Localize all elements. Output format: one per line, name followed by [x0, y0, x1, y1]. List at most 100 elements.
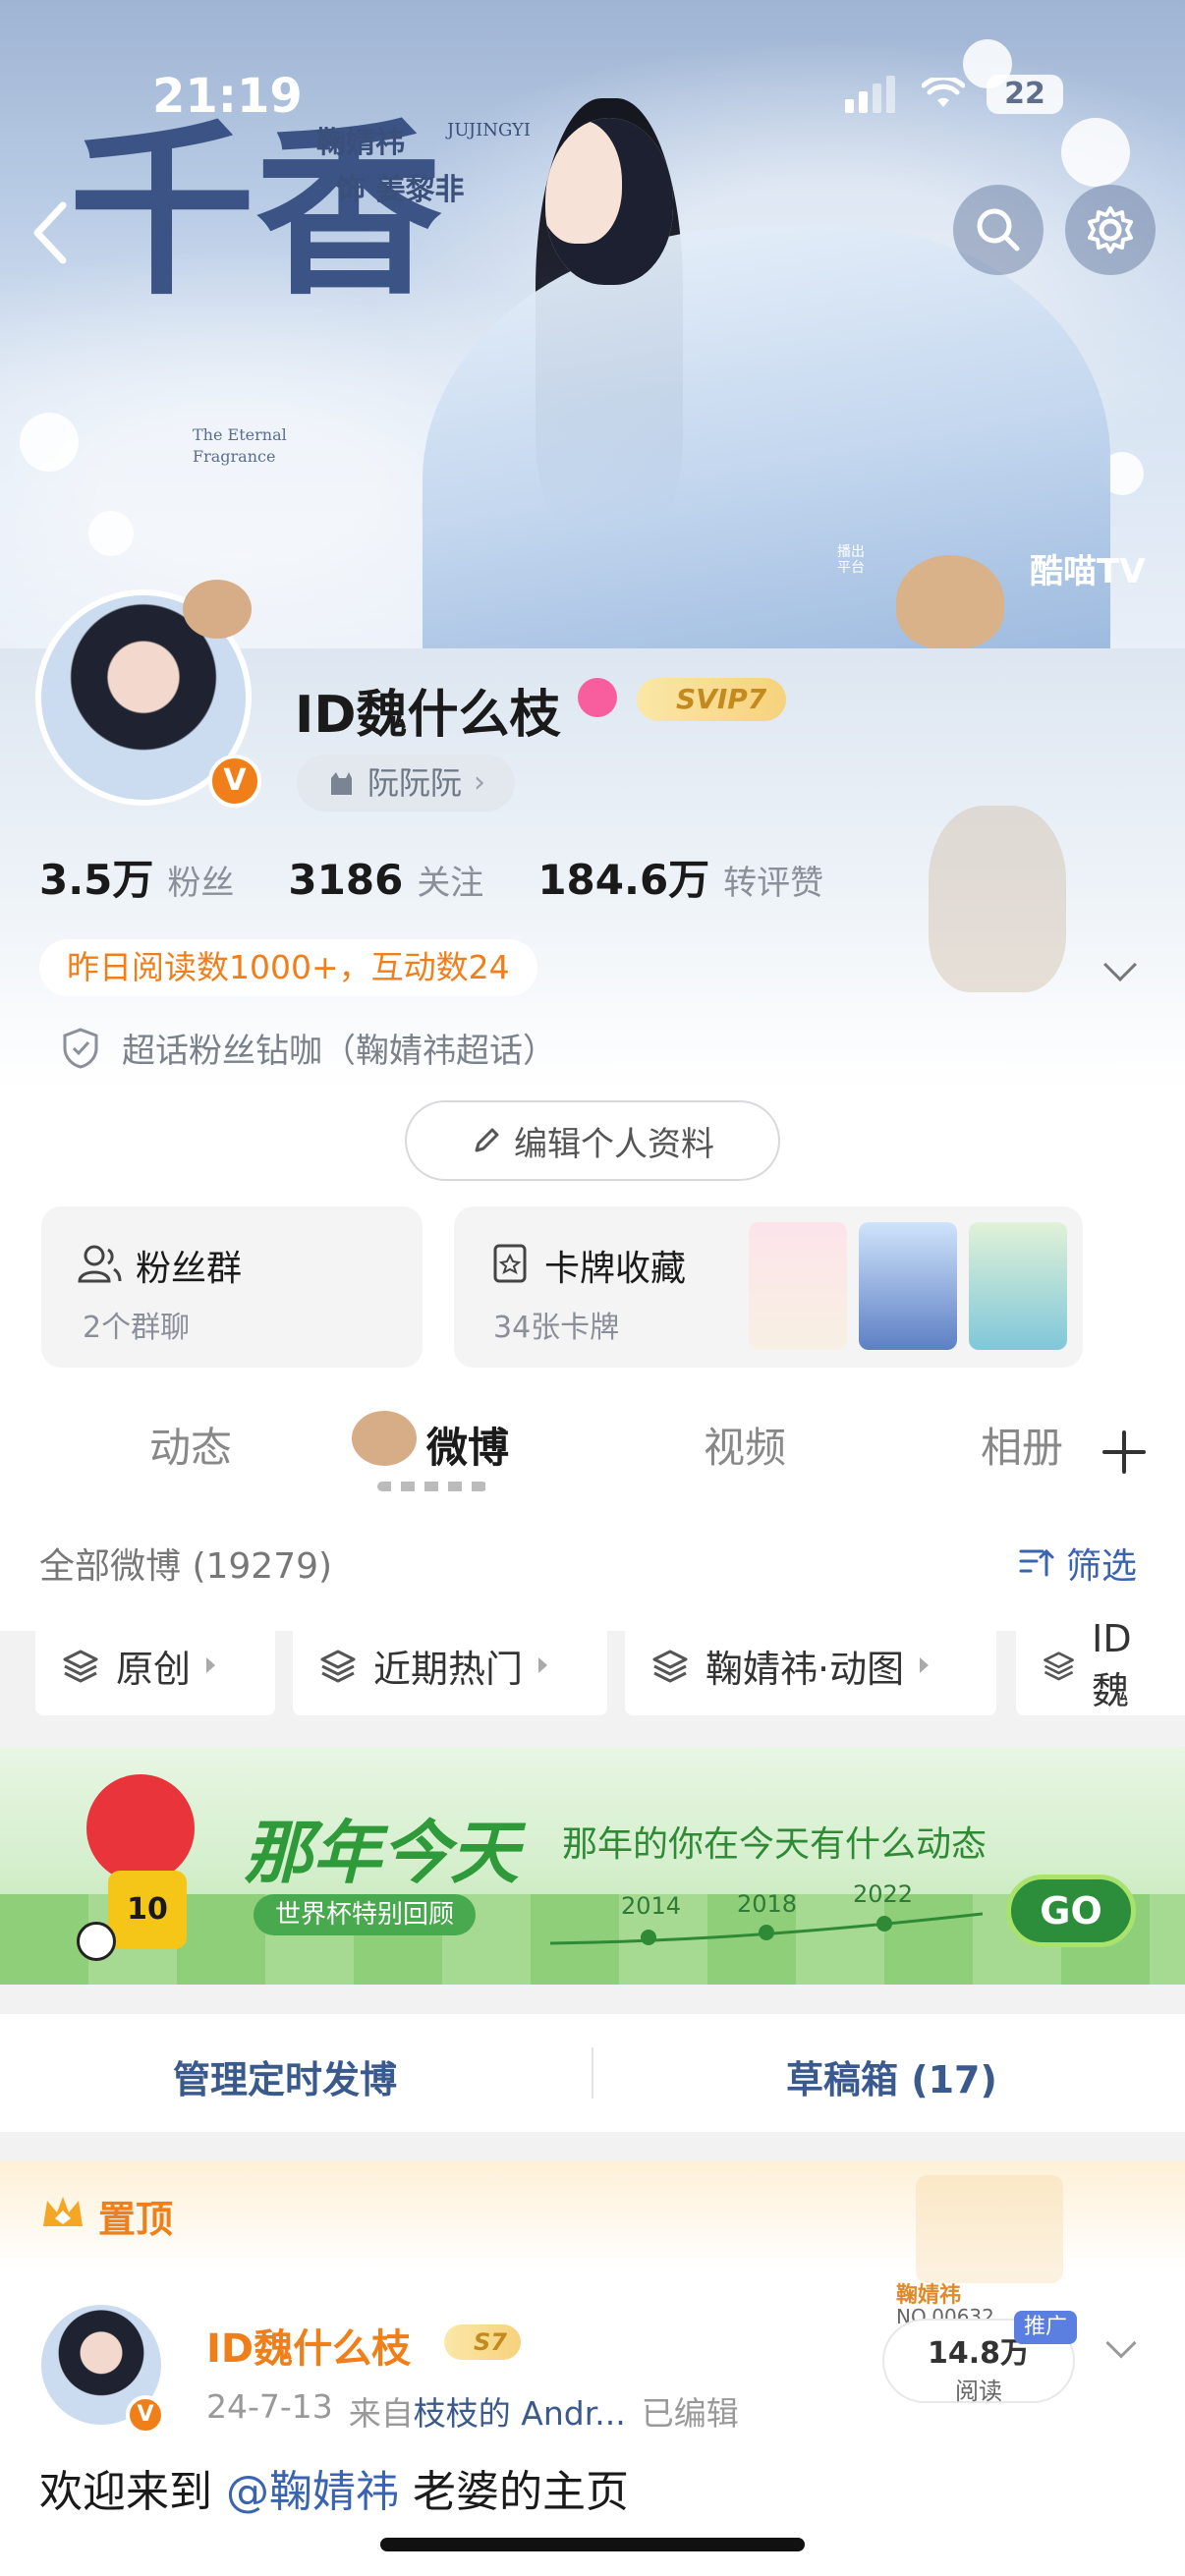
filter-button[interactable]: 筛选 [1017, 1538, 1137, 1589]
drafts-button[interactable]: 草稿箱 (17) [786, 2049, 997, 2103]
stat-value: 3186 [288, 856, 404, 904]
avatar-container[interactable]: V [35, 580, 261, 815]
cover-subtitle-en: The Eternal Fragrance [193, 425, 287, 466]
shield-icon [63, 1027, 98, 1069]
stat-label: 粉丝 [167, 864, 235, 903]
blossom-decoration [88, 511, 134, 556]
post-text-before: 欢迎来到 [39, 2467, 212, 2517]
layers-icon [63, 1650, 98, 1683]
tab-album[interactable]: 相册 [981, 1415, 1063, 1475]
status-icons: 22 [845, 75, 1063, 114]
cover-actor-role: 饰 姜黎非 [336, 173, 465, 207]
fans-group-subtitle: 2个群聊 [83, 1311, 191, 1345]
stat-label: 关注 [417, 864, 484, 903]
manage-row: 管理定时发博 草稿箱 (17) [0, 2014, 1185, 2132]
pinned-post[interactable]: 置顶 V ID魏什么枝 S7 24-7-13 来自枝枝的 Andr... 已编辑… [0, 2161, 1185, 2576]
chip-arrow-icon [206, 1657, 216, 1673]
chevron-right-icon: › [474, 765, 486, 800]
svip-badge[interactable]: SVIP7 [637, 678, 787, 721]
tab-video[interactable]: 视频 [704, 1415, 786, 1475]
card-collection-subtitle: 34张卡牌 [493, 1311, 620, 1345]
layers-icon [1044, 1652, 1074, 1681]
chip-gif[interactable]: 鞠婧祎·动图 [625, 1615, 996, 1715]
on-this-day-banner[interactable]: 10 那年今天 那年的你在今天有什么动态 世界杯特别回顾 2014 2018 2… [0, 1747, 1185, 1985]
edit-profile-button[interactable]: 编辑个人资料 [405, 1100, 780, 1181]
post-menu-chevron-icon[interactable] [1105, 2327, 1137, 2359]
tab-dynamics[interactable]: 动态 [149, 1415, 232, 1475]
post-meta: 24-7-13 来自枝枝的 Andr... 已编辑 [206, 2387, 739, 2435]
fans-group-card[interactable]: 粉丝群 2个群聊 [41, 1206, 423, 1368]
chip-id[interactable]: ID魏 [1016, 1615, 1185, 1715]
fans-group-title: 粉丝群 [136, 1249, 243, 1289]
go-button[interactable]: GO [1006, 1875, 1136, 1947]
card-collection-card[interactable]: 卡牌收藏 34张卡牌 [454, 1206, 1083, 1368]
chip-label: ID魏 [1092, 1616, 1132, 1712]
cellular-signal-icon [845, 76, 900, 113]
chip-arrow-icon [920, 1657, 930, 1673]
chip-label: 鞠婧祎·动图 [705, 1647, 905, 1691]
cover-actor-en: JUJINGYI [447, 120, 532, 140]
collection-card-thumb[interactable] [749, 1222, 847, 1350]
cover-platform-name: 酷喵TV [1030, 552, 1146, 591]
filter-label: 筛选 [1066, 1546, 1138, 1587]
gear-icon [1088, 206, 1133, 253]
stat-engagement[interactable]: 184.6万 转评赞 [537, 847, 823, 907]
supertopic-label: 超话粉丝钻咖（鞠婧祎超话） [122, 1032, 556, 1071]
card-collection-title: 卡牌收藏 [544, 1249, 687, 1289]
female-gender-icon [578, 678, 617, 717]
battery-indicator: 22 [987, 75, 1063, 114]
post-mention[interactable]: @鞠婧祎 [226, 2467, 399, 2517]
bear-decoration [929, 806, 1066, 992]
scheduled-posts-button[interactable]: 管理定时发博 [173, 2049, 397, 2103]
stat-value: 3.5万 [39, 856, 154, 904]
soccer-ball-icon [77, 1922, 116, 1961]
timeline-year: 2022 [853, 1880, 914, 1908]
collection-card-thumb[interactable] [859, 1222, 957, 1350]
back-arrow-icon[interactable] [31, 201, 71, 264]
chip-label: 近期热门 [373, 1647, 524, 1691]
filter-icon [1019, 1548, 1054, 1577]
profile-cover-banner[interactable]: 千香 鞠婧祎 饰 姜黎非 JUJINGYI The Eternal Fragra… [0, 0, 1185, 648]
post-author-name[interactable]: ID魏什么枝 [206, 2317, 411, 2374]
profile-tag[interactable]: 阮阮阮 › [297, 755, 516, 812]
cat-icon [331, 772, 352, 795]
cover-actor-name: 鞠婧祎 [316, 126, 405, 160]
edit-profile-label: 编辑个人资料 [514, 1124, 714, 1164]
pinned-label: 置顶 [98, 2198, 174, 2241]
post-text: 欢迎来到 @鞠婧祎 老婆的主页 [39, 2456, 629, 2519]
bear-ear-decoration [183, 580, 252, 639]
cover-figure-robe [423, 226, 1110, 648]
bear-sticker [896, 555, 1004, 648]
stat-following[interactable]: 3186 关注 [288, 856, 483, 904]
blossom-decoration [20, 413, 79, 472]
timeline-year: 2018 [737, 1890, 798, 1918]
stat-label: 转评赞 [723, 864, 824, 903]
chip-original[interactable]: 原创 [35, 1615, 275, 1715]
promo-badge[interactable]: 推广 [1014, 2311, 1078, 2344]
cover-figure-face [545, 118, 673, 285]
post-source[interactable]: 枝枝的 Andr... [414, 2394, 626, 2433]
home-indicator[interactable] [380, 2538, 805, 2551]
blossom-decoration [1061, 118, 1130, 187]
profile-tag-label: 阮阮阮 [367, 764, 463, 802]
bear-tab-decoration [352, 1411, 417, 1466]
post-date: 24-7-13 [206, 2387, 333, 2426]
wifi-icon [922, 78, 965, 107]
timeline-year: 2014 [621, 1892, 682, 1920]
stat-followers[interactable]: 3.5万 粉丝 [39, 847, 234, 907]
tab-weibo[interactable]: 微博 [426, 1415, 509, 1475]
tab-active-indicator [377, 1482, 487, 1491]
stat-value: 184.6万 [537, 856, 710, 904]
layers-icon [652, 1650, 688, 1683]
read-summary-pill[interactable]: 昨日阅读数1000+，互动数24 [39, 939, 537, 996]
add-tab-icon[interactable] [1100, 1428, 1148, 1476]
layers-icon [320, 1650, 356, 1683]
post-edited: 已编辑 [641, 2394, 739, 2433]
settings-button[interactable] [1065, 185, 1156, 275]
supertopic-row[interactable]: 超话粉丝钻咖（鞠婧祎超话） [61, 1024, 556, 1072]
mascot-head [86, 1774, 195, 1882]
chip-recent-hot[interactable]: 近期热门 [293, 1615, 607, 1715]
search-button[interactable] [953, 185, 1044, 275]
world-cup-pill: 世界杯特别回顾 [254, 1894, 477, 1935]
collection-card-thumb[interactable] [969, 1222, 1067, 1350]
